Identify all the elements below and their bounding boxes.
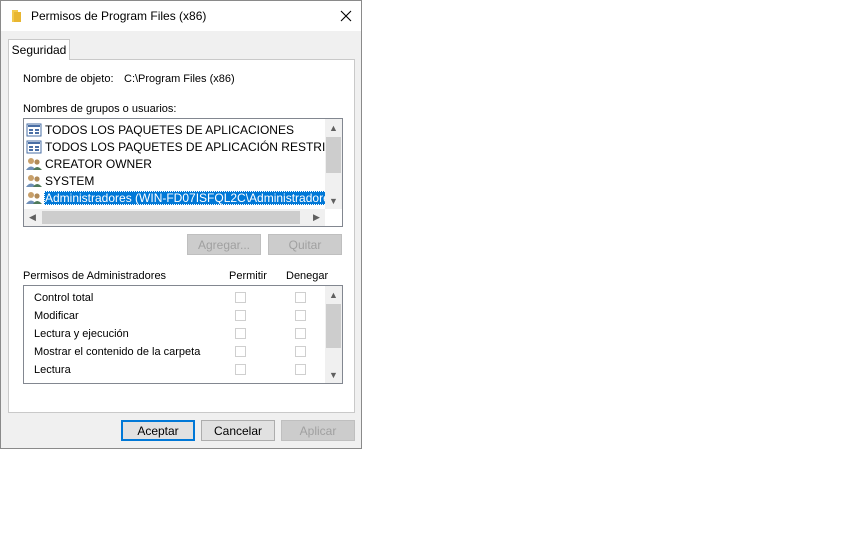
allow-checkbox[interactable]	[235, 346, 246, 357]
permission-row: Lectura y ejecución	[34, 325, 129, 343]
groups-list: TODOS LOS PAQUETES DE APLICACIONES TODOS …	[24, 119, 325, 209]
permission-name: Lectura	[34, 364, 71, 376]
allow-checkbox[interactable]	[235, 328, 246, 339]
object-name-value: C:\Program Files (x86)	[124, 73, 235, 85]
permissions-vertical-scrollbar[interactable]: ▲ ▼	[325, 286, 342, 383]
tab-security-label: Seguridad	[11, 43, 67, 57]
group-list-item[interactable]: SYSTEM	[26, 172, 95, 189]
group-list-item[interactable]: Administradores (WIN-FD07ISFQL2C\Adminis…	[26, 189, 325, 206]
groups-label-text: Nombres de grupos o usuarios:	[23, 103, 177, 115]
title-bar: Permisos de Program Files (x86)	[1, 1, 361, 31]
group-list-item-label: SYSTEM	[45, 173, 95, 188]
permissions-listbox[interactable]: Control total Modificar Lectura y ejecució…	[23, 285, 343, 384]
ok-button[interactable]: Aceptar	[121, 420, 195, 441]
group-list-item-label: Administradores (WIN-FD07ISFQL2C\Adminis…	[44, 190, 325, 205]
groups-label: Nombres de grupos o usuarios:	[23, 103, 176, 115]
scroll-down-arrow-icon[interactable]: ▼	[325, 192, 342, 209]
deny-header: Denegar	[286, 270, 329, 282]
scroll-thumb-horizontal[interactable]	[42, 211, 300, 224]
allow-header: Permitir	[229, 270, 267, 282]
allow-checkbox[interactable]	[235, 364, 246, 375]
object-name-label: Nombre de objeto:	[23, 73, 114, 85]
permission-name: Control total	[34, 292, 94, 304]
permissions-label: Permisos de Administradores	[23, 270, 167, 282]
permission-row: Modificar	[34, 307, 79, 325]
user-group-icon	[26, 157, 42, 170]
tab-security[interactable]: Seguridad	[8, 39, 70, 60]
group-list-item-label: TODOS LOS PAQUETES DE APLICACIONES	[45, 122, 294, 137]
deny-checkbox[interactable]	[295, 310, 306, 321]
deny-checkbox[interactable]	[295, 328, 306, 339]
groups-vertical-scrollbar[interactable]: ▲ ▼	[325, 119, 342, 209]
perm-scroll-down-arrow-icon[interactable]: ▼	[325, 366, 342, 383]
permission-name: Mostrar el contenido de la carpeta	[34, 346, 201, 358]
permission-row: Control total	[34, 289, 93, 307]
folder-icon	[12, 10, 21, 22]
window-title: Permisos de Program Files (x86)	[31, 9, 207, 23]
group-list-item[interactable]: TODOS LOS PAQUETES DE APLICACIONES	[26, 121, 295, 138]
app-package-icon	[26, 140, 42, 153]
scroll-thumb[interactable]	[326, 137, 341, 173]
group-list-item-label: TODOS LOS PAQUETES DE APLICACIÓN RESTRIN…	[45, 139, 325, 154]
groups-listbox[interactable]: TODOS LOS PAQUETES DE APLICACIONES TODOS …	[23, 118, 343, 227]
permission-name: Modificar	[34, 310, 79, 322]
perm-scroll-up-arrow-icon[interactable]: ▲	[325, 286, 342, 303]
group-list-item[interactable]: CREATOR OWNER	[26, 155, 153, 172]
scroll-left-arrow-icon[interactable]: ◀	[24, 209, 41, 226]
group-list-item-label: CREATOR OWNER	[45, 156, 152, 171]
scroll-up-arrow-icon[interactable]: ▲	[325, 119, 342, 136]
group-list-item[interactable]: TODOS LOS PAQUETES DE APLICACIÓN RESTRIN…	[26, 138, 325, 155]
user-group-icon	[26, 174, 42, 187]
perm-scroll-thumb[interactable]	[326, 304, 341, 348]
cancel-button[interactable]: Cancelar	[201, 420, 275, 441]
user-group-icon	[26, 191, 42, 204]
permission-row: Mostrar el contenido de la carpeta	[34, 343, 200, 361]
permission-row: Lectura	[34, 361, 71, 379]
apply-button[interactable]: Aplicar	[281, 420, 355, 441]
close-icon	[340, 10, 352, 22]
app-package-icon	[26, 123, 42, 136]
deny-checkbox[interactable]	[295, 292, 306, 303]
permissions-list: Control total Modificar Lectura y ejecució…	[24, 286, 325, 383]
groups-horizontal-scrollbar[interactable]: ◀ ▶	[24, 209, 325, 226]
close-button[interactable]	[331, 1, 361, 31]
deny-checkbox[interactable]	[295, 346, 306, 357]
allow-checkbox[interactable]	[235, 310, 246, 321]
security-panel: Nombre de objeto: C:\Program Files (x86)…	[8, 59, 355, 413]
allow-checkbox[interactable]	[235, 292, 246, 303]
remove-button[interactable]: Quitar	[268, 234, 342, 255]
permissions-dialog: Permisos de Program Files (x86) Segurida…	[0, 0, 362, 449]
permission-name: Lectura y ejecución	[34, 328, 129, 340]
deny-checkbox[interactable]	[295, 364, 306, 375]
scroll-right-arrow-icon[interactable]: ▶	[308, 209, 325, 226]
add-button[interactable]: Agregar...	[187, 234, 261, 255]
